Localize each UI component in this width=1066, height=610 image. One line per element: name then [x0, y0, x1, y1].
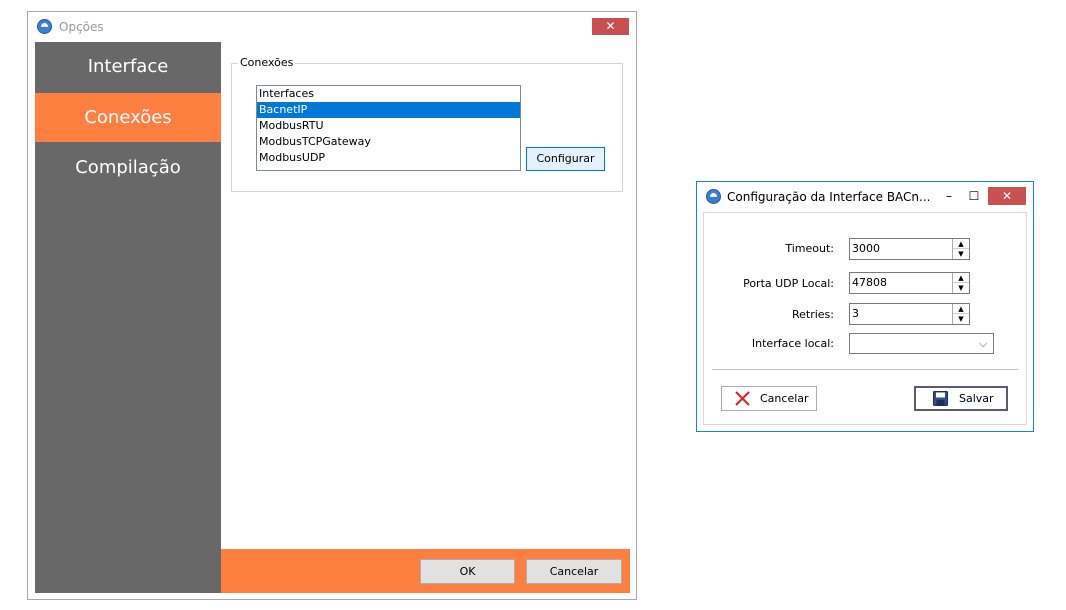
options-titlebar[interactable]: Opções ✕ — [28, 12, 636, 42]
triangle-down-icon[interactable]: ▼ — [953, 314, 969, 324]
options-window-title: Opções — [59, 20, 104, 34]
triangle-up-icon[interactable]: ▲ — [953, 273, 969, 283]
retries-stepper[interactable]: 3 ▲ ▼ — [849, 303, 970, 325]
retries-value: 3 — [852, 307, 859, 320]
options-close-button[interactable]: ✕ — [592, 18, 629, 35]
dialog-cancel-label: Cancelar — [760, 392, 809, 405]
configure-button[interactable]: Configurar — [526, 147, 605, 171]
timeout-stepper[interactable]: 3000 ▲ ▼ — [849, 238, 970, 260]
save-label: Salvar — [959, 392, 994, 405]
retries-spin-buttons: ▲ ▼ — [952, 304, 969, 324]
udp-port-value: 47808 — [852, 276, 887, 289]
dialog-close-button[interactable]: ✕ — [988, 187, 1026, 205]
sidebar-item-compilacao[interactable]: Compilação — [35, 143, 221, 192]
connections-groupbox: Conexões Interfaces BacnetIP ModbusRTU M… — [231, 56, 623, 192]
dialog-body: Timeout: 3000 ▲ ▼ Porta UDP Local: 47808… — [703, 212, 1027, 425]
retries-label: Retries: — [791, 308, 834, 321]
triangle-down-icon[interactable]: ▼ — [953, 249, 969, 259]
timeout-label: Timeout: — [785, 242, 834, 255]
triangle-up-icon[interactable]: ▲ — [953, 304, 969, 314]
udp-port-stepper[interactable]: 47808 ▲ ▼ — [849, 272, 970, 294]
connections-listbox[interactable]: Interfaces BacnetIP ModbusRTU ModbusTCPG… — [256, 85, 521, 171]
triangle-down-icon[interactable]: ▼ — [953, 283, 969, 293]
udp-port-spin-buttons: ▲ ▼ — [952, 273, 969, 293]
timeout-spin-buttons: ▲ ▼ — [952, 239, 969, 259]
cancel-button[interactable]: Cancelar — [526, 559, 622, 584]
options-window: Opções ✕ Interface Conexões Compilação C… — [27, 11, 637, 600]
udp-port-label: Porta UDP Local: — [743, 277, 834, 290]
sidebar-item-interface[interactable]: Interface — [35, 42, 221, 91]
ok-button[interactable]: OK — [420, 559, 515, 584]
timeout-value: 3000 — [852, 242, 880, 255]
app-logo-icon — [37, 19, 52, 34]
list-item-modbusrtu[interactable]: ModbusRTU — [257, 118, 520, 134]
list-item-modbusudp[interactable]: ModbusUDP — [257, 150, 520, 166]
connections-group-label: Conexões — [238, 56, 296, 69]
options-footer: OK Cancelar — [221, 549, 630, 593]
triangle-up-icon[interactable]: ▲ — [953, 239, 969, 249]
list-item-modbustcpgateway[interactable]: ModbusTCPGateway — [257, 134, 520, 150]
save-button[interactable]: Salvar — [914, 386, 1008, 411]
bacnet-config-dialog: Configuração da Interface BACn... – ☐ ✕ … — [696, 181, 1034, 432]
maximize-button[interactable]: ☐ — [967, 186, 981, 206]
app-logo-icon — [706, 189, 721, 204]
list-item-interfaces[interactable]: Interfaces — [257, 86, 520, 102]
dialog-cancel-button[interactable]: Cancelar — [721, 386, 817, 411]
connections-panel: Conexões Interfaces BacnetIP ModbusRTU M… — [221, 42, 630, 549]
list-item-bacnetip[interactable]: BacnetIP — [257, 102, 520, 118]
options-sidebar: Interface Conexões Compilação — [35, 42, 221, 593]
x-icon — [735, 391, 750, 406]
dialog-separator — [712, 369, 1018, 370]
sidebar-item-conexoes[interactable]: Conexões — [35, 93, 221, 142]
interface-local-label: Interface local: — [751, 337, 834, 350]
floppy-disk-icon — [933, 391, 948, 406]
chevron-down-icon[interactable]: ⌵ — [975, 335, 991, 352]
interface-local-select[interactable]: ⌵ — [849, 333, 994, 354]
minimize-button[interactable]: – — [942, 186, 956, 206]
dialog-title: Configuração da Interface BACn... — [727, 190, 931, 204]
